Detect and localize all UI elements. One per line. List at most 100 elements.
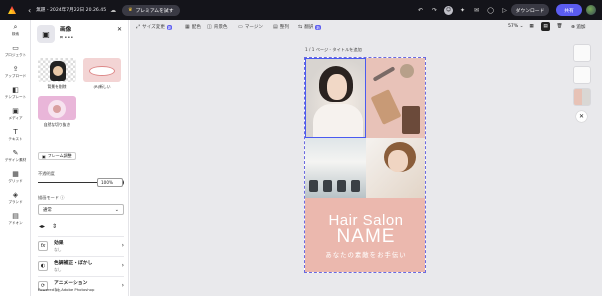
toolbar-item[interactable]: ◫ 背景色 bbox=[207, 24, 228, 30]
rail-item[interactable]: ⇪ アップロード bbox=[0, 62, 31, 83]
toolbar-icon: ◫ bbox=[207, 24, 212, 30]
present-icon[interactable]: ▷ bbox=[500, 6, 509, 15]
comment-icon[interactable]: ✉ bbox=[472, 6, 481, 15]
chevron-right-icon: › bbox=[121, 242, 124, 249]
effects-title: 効果 bbox=[54, 240, 64, 246]
page-thumb-slot[interactable] bbox=[573, 66, 591, 84]
auto-cutout-thumb[interactable] bbox=[38, 96, 76, 120]
selection-outline bbox=[305, 58, 366, 138]
share-button[interactable]: 共有 bbox=[556, 4, 582, 16]
woman-face bbox=[388, 150, 408, 172]
tool-shape bbox=[402, 106, 420, 134]
redo-icon[interactable]: ↷ bbox=[430, 6, 439, 15]
effects-icon: fx bbox=[38, 240, 48, 251]
rail-item[interactable]: T テキスト bbox=[0, 125, 31, 146]
grid-view-icon[interactable]: ▦ bbox=[527, 22, 536, 31]
undo-icon[interactable]: ↶ bbox=[416, 6, 425, 15]
toolbar-item[interactable]: ▦ 配色 bbox=[185, 24, 201, 30]
flip-vertical-icon[interactable]: ⇕ bbox=[52, 223, 57, 230]
color-blur-sub: なし bbox=[54, 266, 62, 272]
try-premium-label: プレミアムを試す bbox=[135, 8, 174, 14]
color-blur-title: 色調補正・ぼかし bbox=[54, 260, 93, 266]
opacity-value-input[interactable]: 100% bbox=[97, 178, 123, 187]
rail-item[interactable]: ◈ ブランド bbox=[0, 188, 31, 209]
powered-by-footer: Powered by Adobe Photoshop bbox=[38, 287, 95, 292]
toolbar-item[interactable]: ▤ 整列 bbox=[273, 24, 289, 30]
toolbar-label: 背景色 bbox=[213, 25, 228, 30]
auto-cutout-label: 自然な切り抜き bbox=[43, 122, 71, 127]
zoom-level[interactable]: 57% ⌄ bbox=[508, 24, 524, 29]
rail-label: アドオン bbox=[8, 221, 23, 225]
document-title[interactable]: 無題 - 2024年7月22日 20.26.45 bbox=[36, 7, 106, 13]
design-title-line2[interactable]: NAME bbox=[305, 226, 425, 248]
app-logo[interactable] bbox=[8, 6, 16, 14]
page-thumb-slot[interactable] bbox=[573, 44, 591, 62]
download-button[interactable]: ダウンロード bbox=[511, 4, 549, 16]
design-subtitle[interactable]: あなたの素敵をお手伝い bbox=[305, 250, 425, 259]
chair-shape bbox=[309, 180, 318, 192]
rail-icon: ▣ bbox=[12, 107, 19, 115]
more-icon[interactable]: ••• bbox=[64, 35, 73, 41]
rail-item[interactable]: ▭ プロジェクト bbox=[0, 41, 31, 62]
toolbar-item[interactable]: ▭ マージン bbox=[238, 24, 263, 30]
tool-shape bbox=[400, 64, 414, 78]
flip-horizontal-icon[interactable]: ◂▸ bbox=[39, 223, 45, 230]
crop-icon[interactable]: ⌗ bbox=[60, 35, 63, 41]
close-icon[interactable]: ✕ bbox=[117, 26, 122, 33]
new-badge: 新 bbox=[315, 24, 321, 30]
design-page[interactable]: Hair Salon NAME あなたの素敵をお手伝い bbox=[304, 57, 426, 273]
rail-item[interactable]: ✎ デザイン素材 bbox=[0, 146, 31, 167]
tools-photo[interactable] bbox=[366, 58, 425, 138]
lightbulb-icon[interactable]: ✦ bbox=[458, 6, 467, 15]
frame-adjust-label: フレーム調整 bbox=[47, 153, 72, 158]
chair-shape bbox=[323, 180, 332, 192]
rail-label: デザイン素材 bbox=[4, 158, 27, 162]
effects-sub: なし bbox=[54, 246, 62, 252]
chair-shape bbox=[337, 180, 346, 192]
rail-item[interactable]: ◧ テンプレート bbox=[0, 83, 31, 104]
pages-view-icon[interactable]: ▤ bbox=[541, 22, 550, 31]
plus-circle-icon: ⊕ bbox=[571, 25, 575, 30]
add-label: 追加 bbox=[576, 25, 586, 30]
toolbar-item[interactable]: ⤢ サイズ変更新 bbox=[136, 24, 173, 30]
rail-item[interactable]: ▦ グリッド bbox=[0, 167, 31, 188]
chevron-down-icon: ⌄ bbox=[114, 206, 119, 213]
remove-background-thumb[interactable] bbox=[38, 58, 76, 82]
page-thumbnail[interactable] bbox=[573, 88, 591, 106]
toolbar-label: 整列 bbox=[279, 25, 289, 30]
back-chevron-icon[interactable]: ‹ bbox=[28, 6, 31, 15]
left-rail: ⌕ 検索 ▭ プロジェクト ⇪ アップロード ◧ テンプレート ▣ メディア T テキスト ✎ デザイン素… bbox=[0, 20, 31, 296]
blend-mode-select[interactable]: 通常 ⌄ bbox=[38, 204, 124, 215]
rail-item[interactable]: ⌕ 検索 bbox=[0, 20, 31, 41]
toolbar-icon: ▦ bbox=[185, 24, 190, 30]
color-adjust-icon: ◐ bbox=[38, 260, 48, 271]
user-avatar[interactable] bbox=[586, 5, 596, 15]
woman-photo[interactable] bbox=[366, 138, 425, 198]
toolbar-label: 配色 bbox=[191, 25, 201, 30]
rail-icon: ▦ bbox=[12, 170, 19, 178]
toolbar-icon: ⤢ bbox=[136, 24, 141, 30]
rail-item[interactable]: ▣ メディア bbox=[0, 104, 31, 125]
info-icon[interactable]: ⓘ bbox=[60, 195, 64, 200]
rail-icon: ◈ bbox=[12, 191, 19, 199]
page-label[interactable]: 1 / 1 ページ - タイトルを追加 bbox=[305, 47, 362, 53]
chat-icon[interactable]: ◯ bbox=[486, 6, 495, 15]
rail-icon: ⇪ bbox=[12, 65, 19, 73]
portrait-photo[interactable] bbox=[305, 58, 366, 138]
top-action-icons: ↶ ↷ ☺ ✦ ✉ ◯ ▷ bbox=[416, 0, 509, 20]
rail-item[interactable]: ▤ アドオン bbox=[0, 209, 31, 230]
frame-adjust-button[interactable]: ▣ フレーム調整 bbox=[38, 152, 76, 160]
close-panel-icon[interactable]: ✕ bbox=[576, 111, 587, 122]
rail-label: テンプレート bbox=[4, 95, 27, 99]
try-premium-button[interactable]: ♛ プレミアムを試す bbox=[122, 4, 180, 16]
toolbar-item[interactable]: ⇆ 翻訳新 bbox=[298, 24, 321, 30]
add-button[interactable]: ⊕ 追加 bbox=[571, 24, 586, 30]
generative-fill-thumb[interactable] bbox=[83, 58, 121, 82]
image-properties-panel: ▣ 画像 ⌗ ••• ✕ 背景を削除 (R)新しい 自然な切り抜き ▣ フレーム調… bbox=[31, 20, 129, 296]
collaborator-avatar-icon[interactable]: ☺ bbox=[444, 5, 453, 15]
salon-interior-photo[interactable] bbox=[305, 138, 366, 198]
color-blur-row[interactable]: ◐ 色調補正・ぼかし なし › bbox=[38, 256, 124, 274]
cloud-sync-icon: ☁ bbox=[110, 6, 117, 14]
delete-icon[interactable]: 🗑 bbox=[555, 22, 564, 31]
effects-row[interactable]: fx 効果 なし › bbox=[38, 236, 124, 254]
